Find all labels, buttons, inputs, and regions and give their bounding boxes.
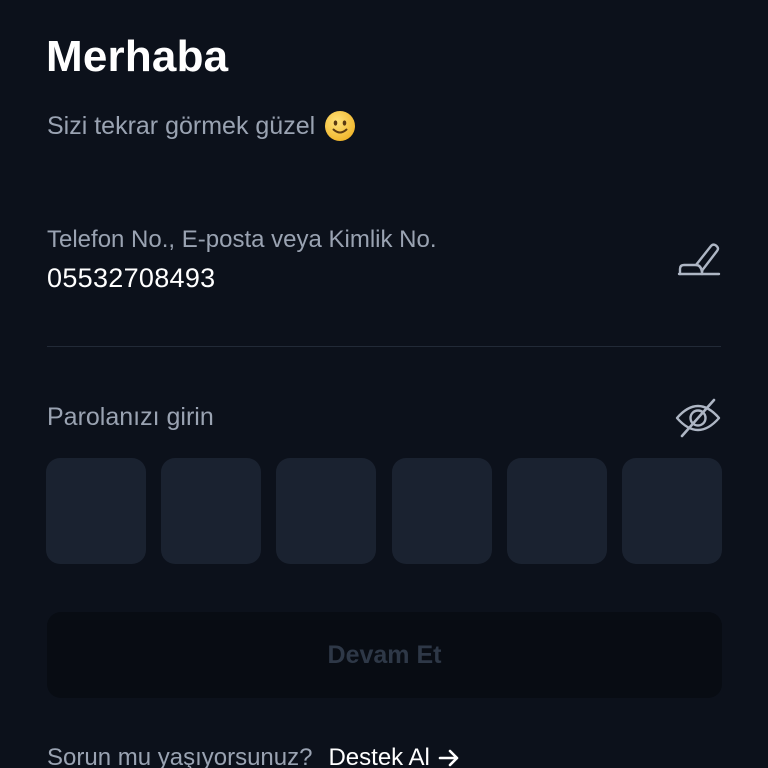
subtitle-text: Sizi tekrar görmek güzel xyxy=(47,111,316,140)
pin-digit-box[interactable] xyxy=(391,458,492,564)
identity-field-value: 05532708493 xyxy=(47,263,216,293)
pin-digit-box[interactable] xyxy=(506,458,607,564)
toggle-password-visibility-button[interactable] xyxy=(672,396,724,440)
continue-button[interactable]: Devam Et xyxy=(47,612,722,698)
smiley-emoji-icon xyxy=(324,110,356,142)
page-subtitle: Sizi tekrar görmek güzel xyxy=(47,110,356,142)
edit-identity-button[interactable] xyxy=(674,238,724,280)
get-support-link[interactable]: Destek Al xyxy=(328,744,459,768)
eye-off-icon xyxy=(675,398,721,438)
field-divider xyxy=(47,346,721,347)
pin-digit-box[interactable] xyxy=(621,458,722,564)
page-title: Merhaba xyxy=(46,32,229,81)
identity-field-label: Telefon No., E-posta veya Kimlik No. xyxy=(47,226,437,253)
password-pin-input xyxy=(46,458,722,564)
help-row: Sorun mu yaşıyorsunuz? Destek Al xyxy=(47,744,460,768)
help-question: Sorun mu yaşıyorsunuz? xyxy=(47,744,313,768)
pencil-edit-icon xyxy=(677,243,721,276)
pin-digit-box[interactable] xyxy=(161,458,262,564)
login-screen: Merhaba Sizi tekrar görmek güzel Telefon… xyxy=(0,0,768,768)
pin-digit-box[interactable] xyxy=(46,458,146,564)
pin-digit-box[interactable] xyxy=(276,458,377,564)
password-label: Parolanızı girin xyxy=(47,403,214,431)
support-link-label: Destek Al xyxy=(328,744,430,768)
arrow-right-icon xyxy=(438,749,459,767)
